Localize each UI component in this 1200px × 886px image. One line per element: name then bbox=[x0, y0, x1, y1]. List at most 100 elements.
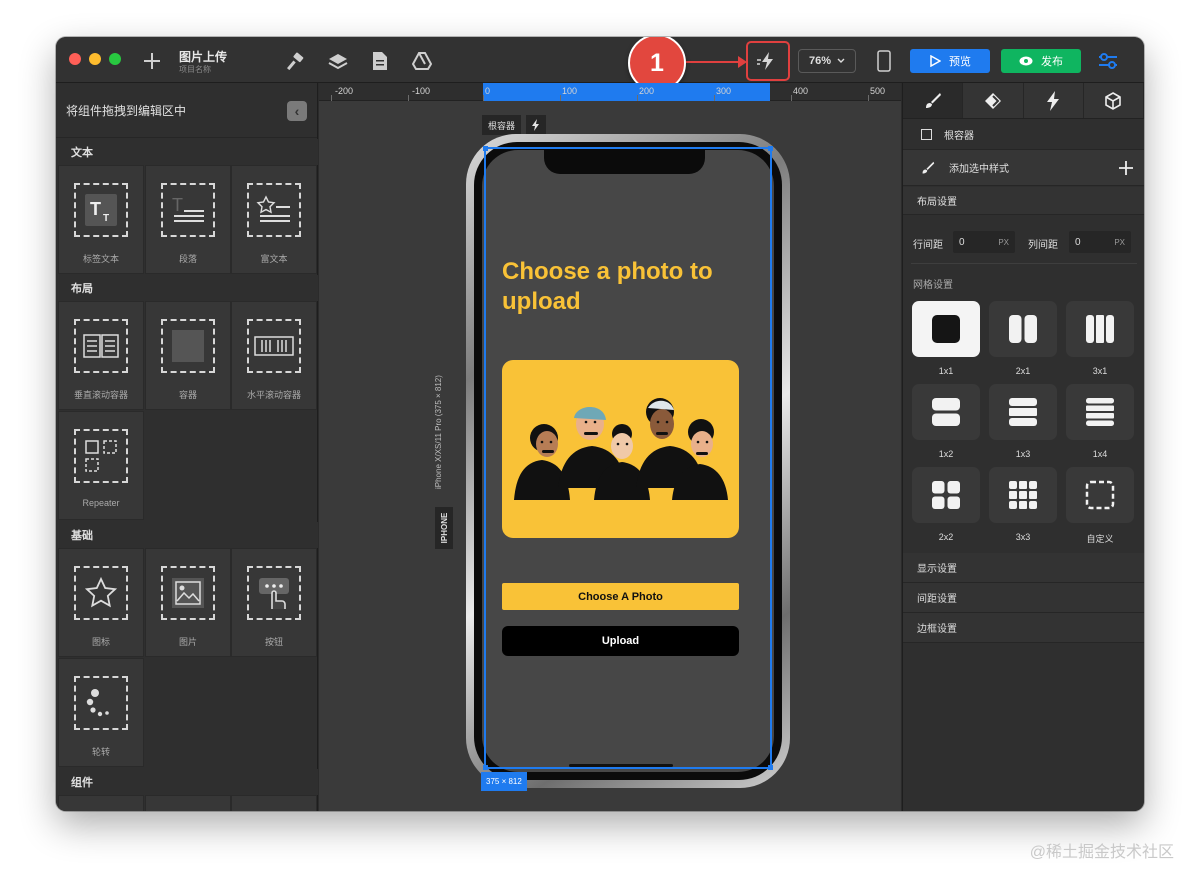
drive-icon[interactable] bbox=[410, 49, 434, 73]
section-components: 组件 bbox=[56, 769, 318, 795]
preview-label: 预览 bbox=[949, 56, 971, 68]
grid-option-1x1[interactable] bbox=[912, 301, 980, 357]
button-icon bbox=[247, 566, 301, 620]
device-type-tag[interactable]: IPHONE bbox=[435, 507, 453, 549]
tab-events[interactable] bbox=[1023, 83, 1084, 118]
project-subtitle: 项目名称 bbox=[179, 65, 211, 74]
image-icon bbox=[161, 566, 215, 620]
grid-label: 1x2 bbox=[938, 449, 954, 459]
ruler-tick bbox=[637, 95, 638, 101]
component-rich-text[interactable]: 富文本 bbox=[231, 165, 317, 274]
root-container-tag[interactable]: 根容器 bbox=[482, 115, 522, 135]
component-tile-partial[interactable] bbox=[231, 795, 317, 811]
ruler-label: 500 bbox=[870, 86, 886, 96]
collapse-panel-button[interactable]: ‹ bbox=[287, 101, 307, 121]
layers-icon[interactable] bbox=[326, 49, 350, 73]
selection-outline bbox=[483, 146, 773, 770]
grid-option-3x1[interactable] bbox=[1066, 301, 1134, 357]
component-icon[interactable]: 图标 bbox=[58, 548, 144, 657]
add-icon[interactable] bbox=[140, 49, 164, 73]
publish-button[interactable]: 发布 bbox=[1001, 49, 1081, 73]
component-horizontal-scroll[interactable]: 水平滚动容器 bbox=[231, 301, 317, 410]
repeater-icon bbox=[74, 429, 128, 483]
component-button[interactable]: 按钮 bbox=[231, 548, 317, 657]
column-gap-value: 0 bbox=[1075, 236, 1081, 248]
ruler-tick bbox=[791, 95, 792, 101]
publish-label: 发布 bbox=[1041, 56, 1063, 68]
chevron-down-icon bbox=[837, 58, 845, 63]
resize-handle[interactable] bbox=[483, 146, 488, 151]
tile-label: 容器 bbox=[178, 390, 197, 400]
column-gap-label: 列间距 bbox=[1028, 240, 1058, 251]
settings-sliders-icon[interactable] bbox=[1096, 49, 1120, 73]
resize-handle[interactable] bbox=[483, 765, 488, 770]
watermark: @稀土掘金技术社区 bbox=[1029, 844, 1174, 861]
component-paragraph[interactable]: T 段落 bbox=[145, 165, 231, 274]
resize-handle[interactable] bbox=[768, 146, 773, 151]
spacing-settings-header[interactable]: 间距设置 bbox=[903, 583, 1144, 613]
component-spinner[interactable]: 轮转 bbox=[58, 658, 144, 767]
row-gap-input[interactable]: 0 PX bbox=[953, 231, 1015, 253]
tile-label: 段落 bbox=[178, 254, 197, 264]
tab-components[interactable] bbox=[963, 83, 1024, 118]
layout-settings-header[interactable]: 布局设置 bbox=[903, 187, 1144, 215]
device-name-label: iPhone X/XS/11 Pro (375 × 812) bbox=[434, 375, 443, 489]
close-window-button[interactable] bbox=[69, 53, 81, 65]
zoom-select[interactable]: 76% bbox=[798, 49, 856, 73]
svg-text:T: T bbox=[172, 195, 183, 215]
eye-icon bbox=[1019, 56, 1033, 66]
component-image[interactable]: 图片 bbox=[145, 548, 231, 657]
maximize-window-button[interactable] bbox=[109, 53, 121, 65]
lightning-icon[interactable] bbox=[526, 115, 546, 135]
grid-2x2-icon bbox=[932, 481, 960, 509]
preview-button[interactable]: 预览 bbox=[910, 49, 990, 73]
play-icon bbox=[930, 55, 941, 67]
column-gap-input[interactable]: 0 PX bbox=[1069, 231, 1131, 253]
tile-label: 轮转 bbox=[91, 747, 110, 757]
tile-label: 垂直滚动容器 bbox=[73, 390, 128, 400]
component-label-text[interactable]: TT 标签文本 bbox=[58, 165, 144, 274]
grid-1x3-icon bbox=[1009, 398, 1037, 426]
add-style-row[interactable]: 添加选中样式 bbox=[903, 150, 1144, 186]
grid-option-1x4[interactable] bbox=[1066, 384, 1134, 440]
selected-element-row[interactable]: 根容器 bbox=[903, 120, 1144, 150]
grid-2x1-icon bbox=[1009, 315, 1037, 343]
ruler-label: -200 bbox=[335, 86, 354, 96]
minimize-window-button[interactable] bbox=[89, 53, 101, 65]
grid-label: 自定义 bbox=[1086, 534, 1114, 544]
component-tile-partial[interactable] bbox=[145, 795, 231, 811]
grid-option-3x3[interactable] bbox=[989, 467, 1057, 523]
ruler-label: 200 bbox=[639, 86, 655, 96]
tile-label: Repeater bbox=[82, 498, 120, 508]
grid-option-2x2[interactable] bbox=[912, 467, 980, 523]
grid-option-custom[interactable] bbox=[1066, 467, 1134, 523]
component-repeater[interactable]: Repeater bbox=[58, 411, 144, 520]
editor-canvas[interactable]: -200 -100 0 100 200 300 400 500 根容器 iPho… bbox=[319, 83, 901, 811]
component-vertical-scroll[interactable]: 垂直滚动容器 bbox=[58, 301, 144, 410]
properties-panel: 根容器 添加选中样式 布局设置 行间距 0 PX 列间距 0 PX 网格设置 1… bbox=[902, 83, 1144, 811]
display-settings-header[interactable]: 显示设置 bbox=[903, 553, 1144, 583]
grid-custom-icon bbox=[1085, 480, 1115, 510]
document-icon[interactable] bbox=[368, 49, 392, 73]
grid-option-2x1[interactable] bbox=[989, 301, 1057, 357]
divider bbox=[911, 263, 1137, 264]
grid-label: 3x3 bbox=[1015, 532, 1031, 542]
ruler-tick bbox=[868, 95, 869, 101]
star-icon bbox=[74, 566, 128, 620]
hammer-icon[interactable] bbox=[284, 49, 308, 73]
tab-data[interactable] bbox=[1083, 83, 1144, 118]
root-container-label: 根容器 bbox=[944, 131, 974, 142]
mobile-device-icon[interactable] bbox=[874, 49, 894, 73]
resize-handle[interactable] bbox=[768, 765, 773, 770]
component-container[interactable]: 容器 bbox=[145, 301, 231, 410]
grid-label: 3x1 bbox=[1092, 366, 1108, 376]
component-tile-partial[interactable] bbox=[58, 795, 144, 811]
grid-label: 1x1 bbox=[938, 366, 954, 376]
grid-option-1x3[interactable] bbox=[989, 384, 1057, 440]
checkbox-icon bbox=[921, 129, 932, 140]
tile-label: 图标 bbox=[91, 637, 110, 647]
grid-option-1x2[interactable] bbox=[912, 384, 980, 440]
tab-style[interactable] bbox=[903, 83, 964, 118]
plus-icon[interactable] bbox=[1119, 160, 1133, 175]
border-settings-header[interactable]: 边框设置 bbox=[903, 613, 1144, 643]
